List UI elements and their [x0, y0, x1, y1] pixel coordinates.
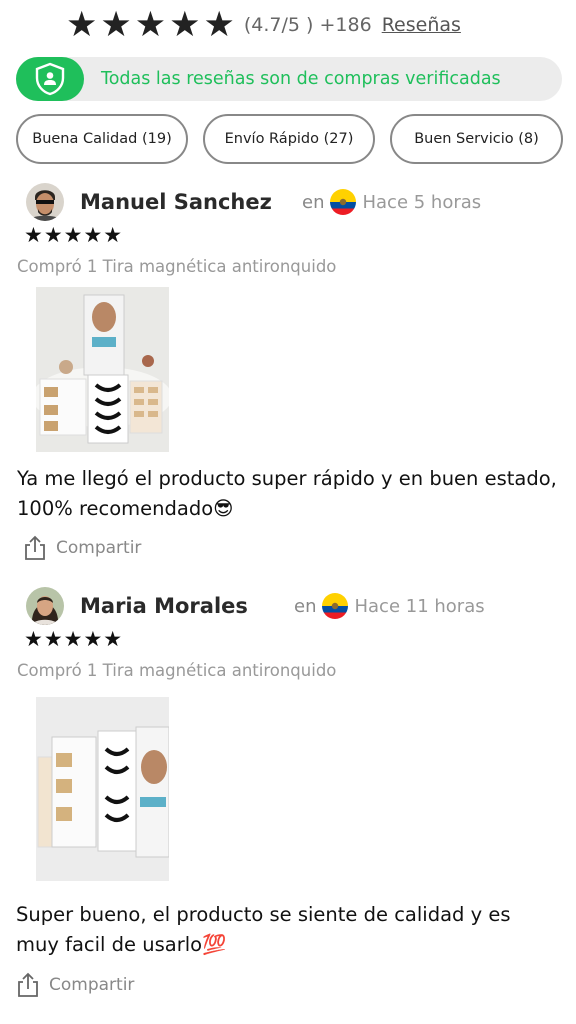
rating-stars: ★★★★★ [66, 4, 238, 45]
purchased-product: Compró 1 Tira magnética antironquido [17, 661, 337, 680]
review-text: Ya me llegó el producto super rápido y e… [17, 467, 557, 520]
verified-banner: Todas las reseñas son de compras verific… [16, 57, 562, 101]
share-label: Compartir [49, 975, 135, 995]
review-tags: Buena Calidad (19) Envío Rápido (27) Bue… [16, 114, 563, 164]
location-prefix: en [294, 595, 317, 617]
review-card: Maria Morales en Hace 11 horas ★★★★★ Com… [0, 586, 576, 1006]
review-card: Manuel Sanchez en Hace 5 horas ★★★★★ Com… [0, 182, 576, 572]
avatar [26, 183, 64, 221]
review-photo[interactable] [36, 697, 169, 881]
review-stars: ★★★★★ [24, 627, 124, 651]
review-header: Manuel Sanchez en Hace 5 horas [26, 182, 481, 222]
review-text: Super bueno, el producto se siente de ca… [16, 903, 511, 956]
share-label: Compartir [56, 538, 142, 558]
review-time: Hace 11 horas [354, 595, 485, 617]
ecuador-flag-icon [330, 189, 357, 215]
avatar [26, 587, 64, 625]
rating-value: (4.7/5 ) +186 [243, 14, 372, 36]
rating-summary: ★★★★★ (4.7/5 ) +186 Reseñas [66, 6, 461, 44]
reviews-link[interactable]: Reseñas [382, 14, 461, 36]
location-prefix: en [302, 191, 325, 213]
review-stars: ★★★★★ [24, 223, 124, 247]
share-icon [25, 535, 45, 560]
tag-buena-calidad[interactable]: Buena Calidad (19) [16, 114, 188, 164]
tag-buen-servicio[interactable]: Buen Servicio (8) [390, 114, 563, 164]
review-header: Maria Morales en Hace 11 horas [26, 586, 485, 626]
verified-shield-icon [16, 57, 84, 101]
share-button[interactable]: Compartir [24, 535, 141, 561]
purchased-product: Compró 1 Tira magnética antironquido [17, 257, 337, 276]
tag-envio-rapido[interactable]: Envío Rápido (27) [203, 114, 375, 164]
review-photo[interactable] [36, 287, 169, 452]
share-icon [18, 972, 38, 997]
review-time: Hace 5 horas [362, 191, 482, 213]
share-button[interactable]: Compartir [17, 972, 134, 998]
reviewer-name: Manuel Sanchez [80, 190, 272, 214]
reviewer-name: Maria Morales [80, 594, 248, 618]
ecuador-flag-icon [322, 593, 349, 619]
verified-text: Todas las reseñas son de compras verific… [101, 69, 501, 89]
